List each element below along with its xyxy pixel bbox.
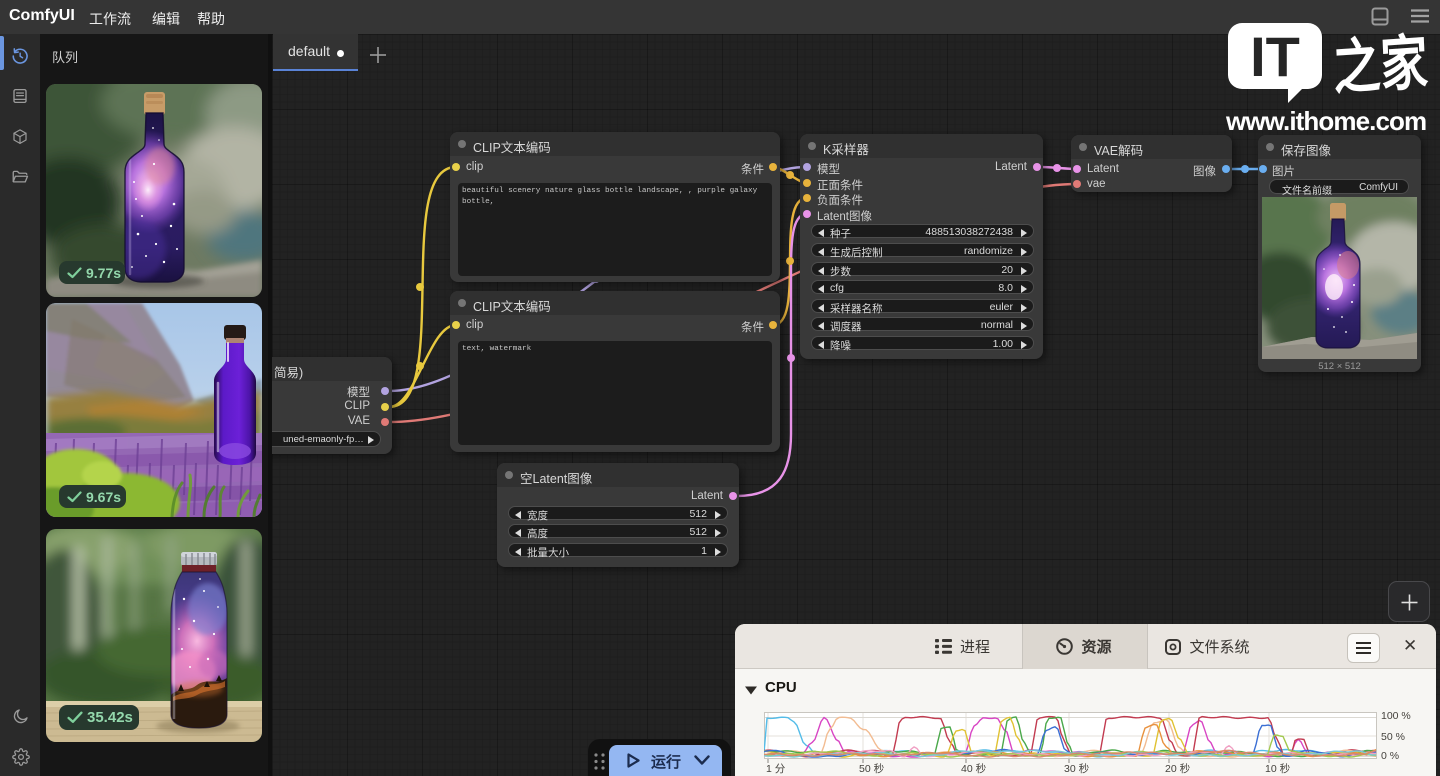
svg-text:IT: IT: [1250, 25, 1300, 88]
svg-text:之家: 之家: [1332, 30, 1429, 103]
